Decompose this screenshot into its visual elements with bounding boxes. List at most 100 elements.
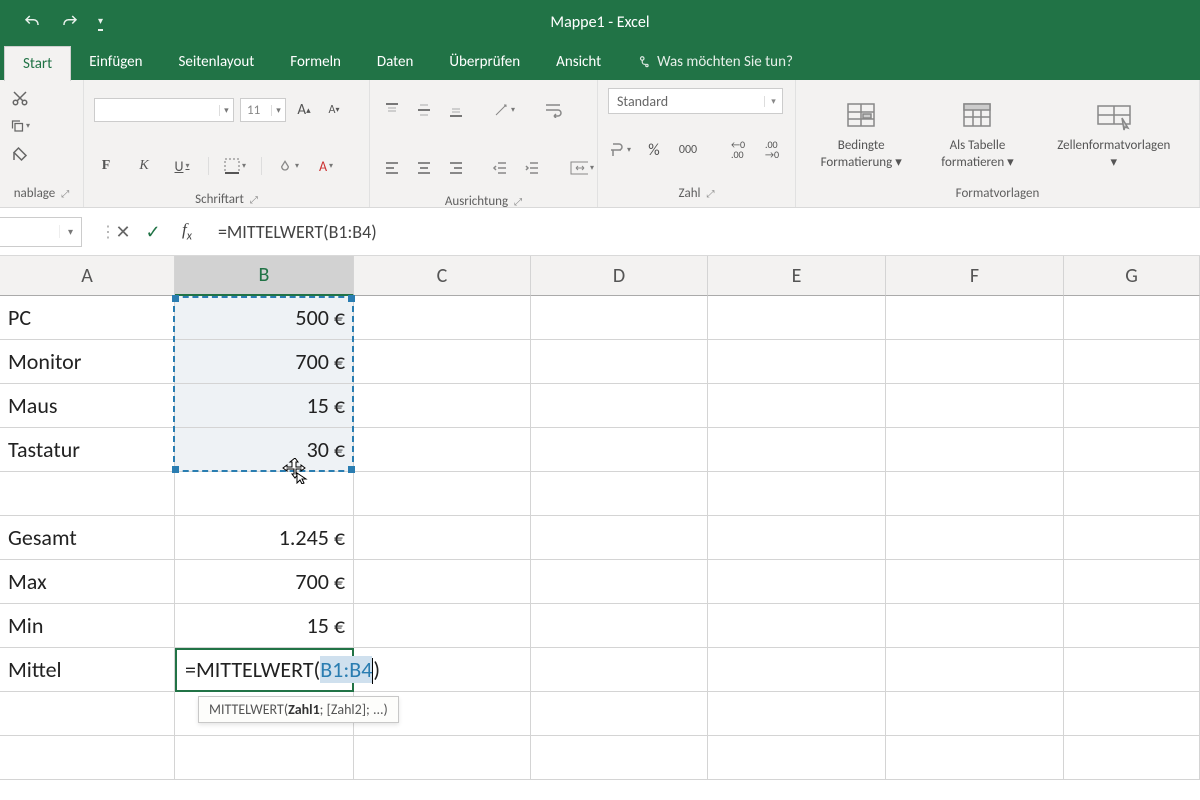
cell[interactable] [354, 736, 531, 780]
cell-a7[interactable]: Max [0, 560, 175, 604]
dropdown-icon[interactable]: ▾ [219, 105, 233, 116]
italic-icon[interactable]: K [132, 155, 156, 177]
cell[interactable] [531, 736, 708, 780]
accounting-format-icon[interactable]: ▾ [608, 139, 632, 161]
cell-styles-button[interactable]: Zellenformatvorlagen ▾ [1039, 98, 1189, 172]
cell-a9[interactable]: Mittel [0, 648, 175, 692]
cut-icon[interactable] [10, 88, 30, 108]
cell-e1[interactable] [708, 296, 886, 340]
cell-c6[interactable] [354, 516, 531, 560]
cell-b5[interactable] [175, 472, 354, 516]
cell-d6[interactable] [531, 516, 708, 560]
align-left-icon[interactable] [380, 157, 404, 179]
cell-d5[interactable] [531, 472, 708, 516]
cell[interactable] [708, 736, 886, 780]
fill-color-icon[interactable]: ▾ [276, 155, 300, 177]
dialog-launcher-icon[interactable]: ⤢ [61, 187, 69, 200]
tab-review[interactable]: Überprüfen [431, 45, 538, 80]
cell-a8[interactable]: Min [0, 604, 175, 648]
cell-a2[interactable]: Monitor [0, 340, 175, 384]
cell[interactable] [531, 692, 708, 736]
cell-c9[interactable] [354, 648, 531, 692]
cell-b7[interactable]: 700 € [175, 560, 354, 604]
cell-d3[interactable] [531, 384, 708, 428]
cell-b3[interactable]: 15 € [175, 384, 354, 428]
cell-e5[interactable] [708, 472, 886, 516]
cell-e9[interactable] [708, 648, 886, 692]
dialog-launcher-icon[interactable]: ⤢ [707, 187, 715, 200]
cell-g7[interactable] [1064, 560, 1200, 604]
cell-a3[interactable]: Maus [0, 384, 175, 428]
cell-d8[interactable] [531, 604, 708, 648]
cell-b6[interactable]: 1.245 € [175, 516, 354, 560]
decrease-decimal-icon[interactable]: .00→0 [760, 139, 784, 161]
tab-view[interactable]: Ansicht [538, 45, 619, 80]
underline-icon[interactable]: U▾ [170, 155, 194, 177]
cell-a1[interactable]: PC [0, 296, 175, 340]
column-header-e[interactable]: E [708, 256, 886, 296]
dropdown-icon[interactable]: ▾ [59, 225, 81, 238]
cell[interactable] [886, 736, 1064, 780]
column-header-f[interactable]: F [886, 256, 1064, 296]
cell-g6[interactable] [1064, 516, 1200, 560]
cell-b4[interactable]: 30 € [175, 428, 354, 472]
percent-icon[interactable]: % [642, 139, 666, 161]
cell-e4[interactable] [708, 428, 886, 472]
cell-g2[interactable] [1064, 340, 1200, 384]
cell[interactable] [0, 692, 175, 736]
cell-c8[interactable] [354, 604, 531, 648]
cell-b1[interactable]: 500 € [175, 296, 354, 340]
cell-c7[interactable] [354, 560, 531, 604]
cell-f7[interactable] [886, 560, 1064, 604]
cell-e6[interactable] [708, 516, 886, 560]
cell-f5[interactable] [886, 472, 1064, 516]
align-bottom-icon[interactable] [444, 99, 468, 121]
increase-indent-icon[interactable] [520, 157, 544, 179]
cell[interactable] [886, 692, 1064, 736]
format-as-table-button[interactable]: Als Tabelle formatieren ▾ [922, 98, 1032, 172]
borders-icon[interactable]: ▾ [223, 155, 247, 177]
cell[interactable] [1064, 692, 1200, 736]
cell-c3[interactable] [354, 384, 531, 428]
align-center-icon[interactable] [412, 157, 436, 179]
enter-icon[interactable]: ✓ [138, 221, 168, 243]
cell-f4[interactable] [886, 428, 1064, 472]
column-header-b[interactable]: B [175, 256, 354, 296]
align-middle-icon[interactable] [412, 99, 436, 121]
cell-f3[interactable] [886, 384, 1064, 428]
conditional-formatting-button[interactable]: Bedingte Formatierung ▾ [806, 98, 916, 172]
cell-f1[interactable] [886, 296, 1064, 340]
cell-g5[interactable] [1064, 472, 1200, 516]
cell[interactable] [0, 736, 175, 780]
name-box[interactable]: ▾ [0, 217, 82, 247]
column-header-a[interactable]: A [0, 256, 175, 296]
cell-d7[interactable] [531, 560, 708, 604]
cell-a6[interactable]: Gesamt [0, 516, 175, 560]
copy-icon[interactable]: ▾ [10, 116, 30, 136]
cell-g3[interactable] [1064, 384, 1200, 428]
tab-start[interactable]: Start [4, 46, 71, 81]
tell-me[interactable]: Was möchten Sie tun? [619, 45, 811, 80]
font-color-icon[interactable]: A▾ [314, 155, 338, 177]
tab-data[interactable]: Daten [359, 45, 431, 80]
cell-a4[interactable]: Tastatur [0, 428, 175, 472]
cell-g9[interactable] [1064, 648, 1200, 692]
cell-f8[interactable] [886, 604, 1064, 648]
cell-d2[interactable] [531, 340, 708, 384]
cell-g1[interactable] [1064, 296, 1200, 340]
cancel-icon[interactable]: ✕ [108, 221, 138, 243]
cell-e3[interactable] [708, 384, 886, 428]
dialog-launcher-icon[interactable]: ⤢ [514, 195, 522, 208]
dropdown-icon[interactable]: ▾ [764, 96, 782, 107]
decrease-indent-icon[interactable] [488, 157, 512, 179]
cell-d9[interactable] [531, 648, 708, 692]
tab-insert[interactable]: Einfügen [71, 45, 160, 80]
cell-e2[interactable] [708, 340, 886, 384]
format-painter-icon[interactable] [10, 144, 30, 164]
align-top-icon[interactable] [380, 99, 404, 121]
number-format-combo[interactable]: Standard ▾ [608, 88, 783, 114]
cell-f9[interactable] [886, 648, 1064, 692]
cell-c4[interactable] [354, 428, 531, 472]
decrease-font-icon[interactable]: A▾ [322, 99, 346, 121]
tab-formulas[interactable]: Formeln [272, 45, 359, 80]
